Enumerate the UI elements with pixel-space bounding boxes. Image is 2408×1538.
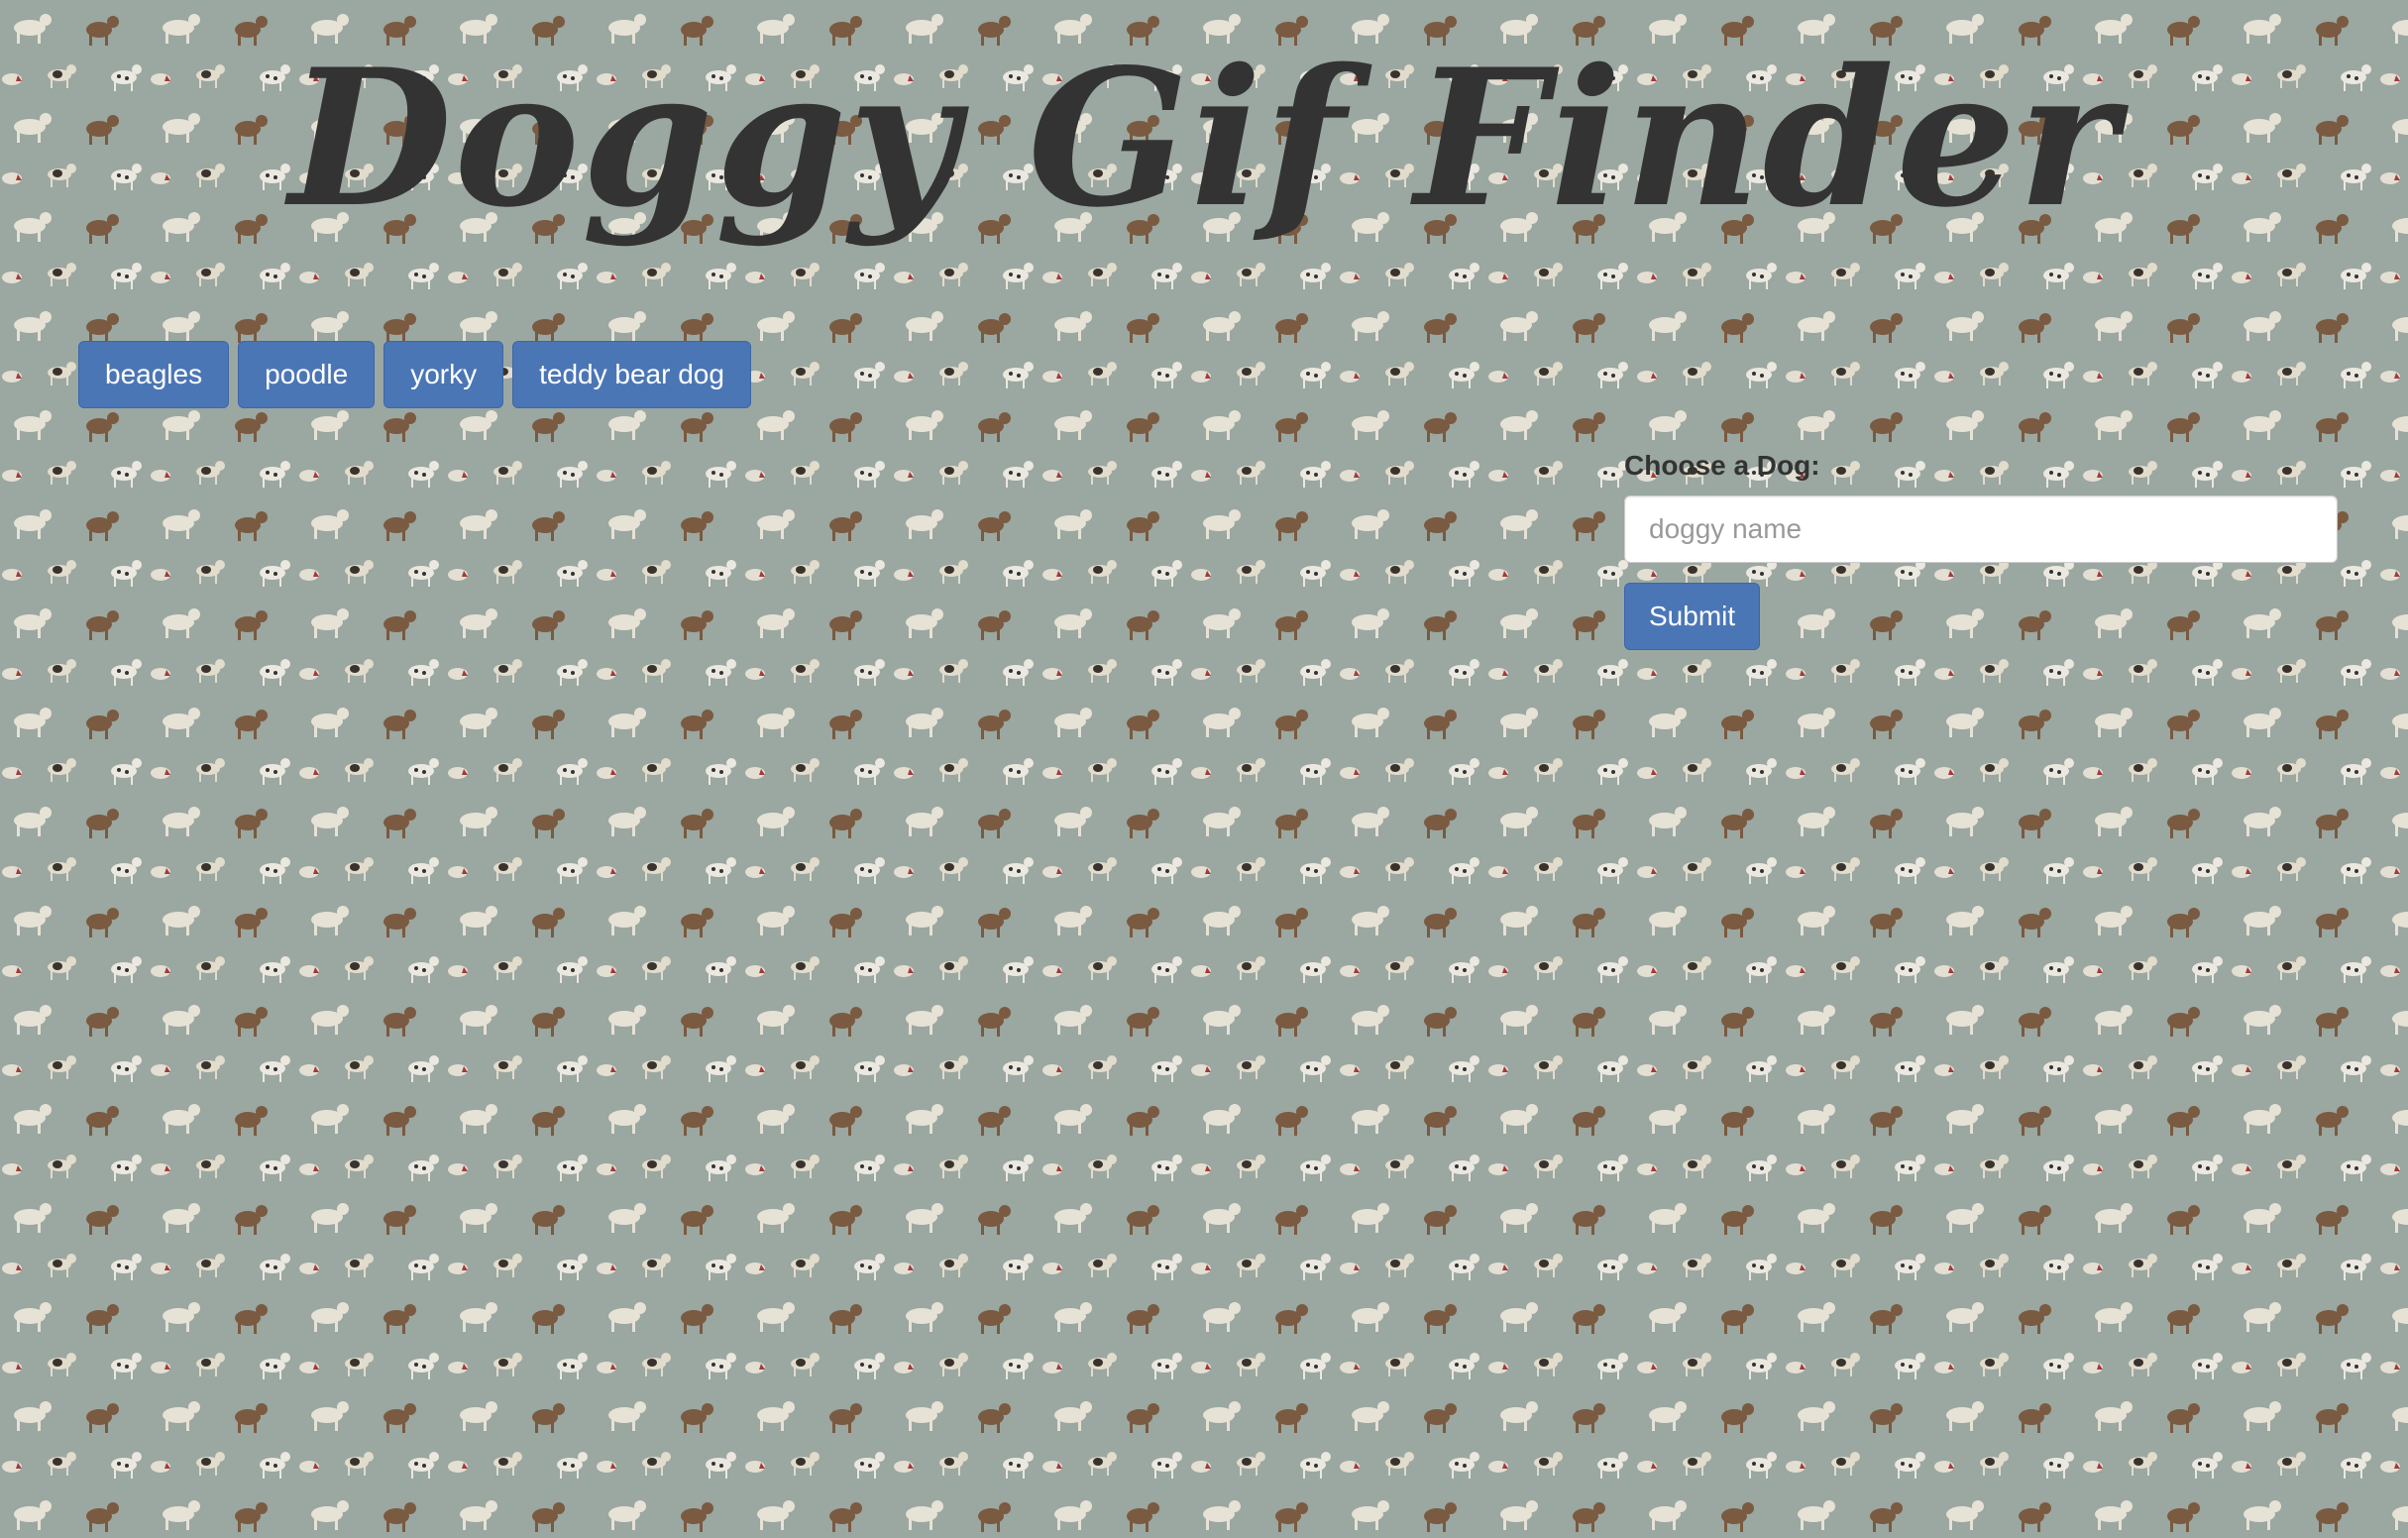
page-title: Doggy Gif Finder <box>288 28 2120 249</box>
doggy-name-input[interactable] <box>1624 495 2338 563</box>
dog-button-beagles[interactable]: beagles <box>78 341 230 408</box>
dog-button-yorky[interactable]: yorky <box>383 341 504 408</box>
dog-button-teddy-bear-dog[interactable]: teddy bear dog <box>512 341 751 408</box>
dog-search-form: Choose a Dog: Submit <box>1624 448 2338 650</box>
choose-dog-label: Choose a Dog: <box>1624 450 1820 481</box>
dog-button-poodle[interactable]: poodle <box>238 341 376 408</box>
dog-button-group: beagles poodle yorky teddy bear dog <box>78 341 751 408</box>
submit-button[interactable]: Submit <box>1624 583 1761 650</box>
page-root: Doggy Gif Finder beagles poodle yorky te… <box>0 0 2408 1538</box>
